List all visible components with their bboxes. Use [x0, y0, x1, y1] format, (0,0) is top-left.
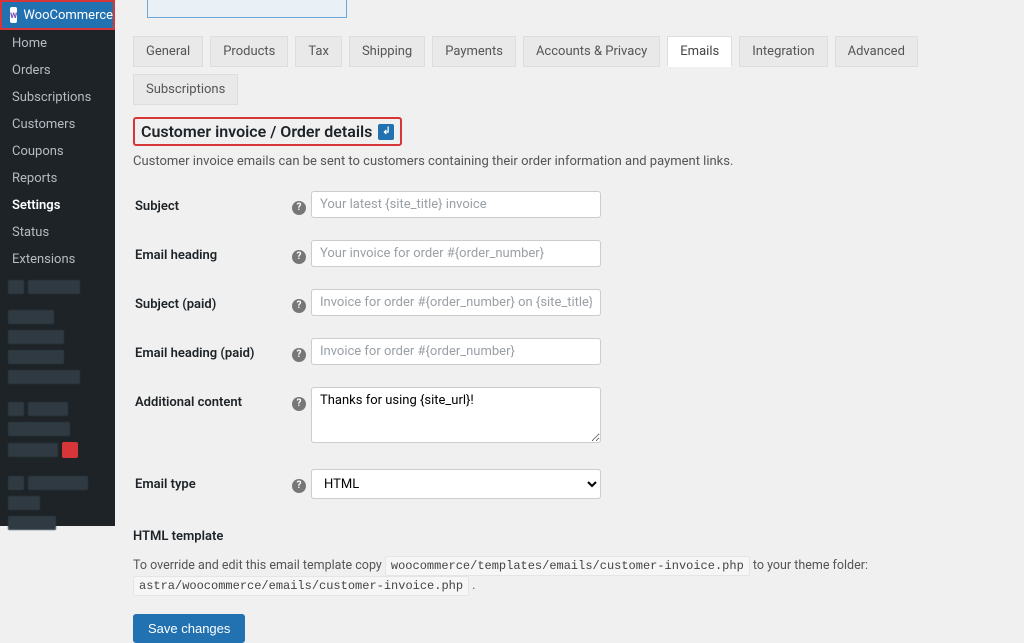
template-note-mid: to your theme folder: [753, 558, 868, 573]
redacted-menu-area [0, 273, 115, 537]
label-additional-content: Additional content [135, 387, 287, 467]
help-icon[interactable]: ? [292, 479, 306, 493]
section-title: Customer invoice / Order details ↲ [133, 117, 402, 146]
banner-fragment [147, 0, 347, 18]
sidebar-item-coupons[interactable]: Coupons [0, 138, 115, 165]
tab-general[interactable]: General [133, 36, 203, 67]
sidebar-item-settings[interactable]: Settings [0, 192, 115, 219]
html-template-heading: HTML template [133, 529, 1006, 544]
label-subject-paid: Subject (paid) [135, 289, 287, 336]
email-heading-input[interactable] [311, 240, 601, 267]
email-heading-paid-input[interactable] [311, 338, 601, 365]
sidebar-item-status[interactable]: Status [0, 219, 115, 246]
subject-paid-input[interactable] [311, 289, 601, 316]
template-src-path: woocommerce/templates/emails/customer-in… [385, 556, 750, 576]
tab-accounts-privacy[interactable]: Accounts & Privacy [523, 36, 660, 67]
subject-input[interactable] [311, 191, 601, 218]
help-icon[interactable]: ? [292, 397, 306, 411]
sidebar: w WooCommerce ◀ HomeOrdersSubscriptionsC… [0, 0, 115, 526]
email-type-select[interactable]: HTML [311, 469, 601, 499]
sidebar-item-customers[interactable]: Customers [0, 111, 115, 138]
tab-products[interactable]: Products [210, 36, 288, 67]
label-email-heading-paid: Email heading (paid) [135, 338, 287, 385]
section-description: Customer invoice emails can be sent to c… [133, 154, 1006, 169]
template-note-suffix: . [472, 578, 475, 593]
template-note-prefix: To override and edit this email template… [133, 558, 385, 573]
brand-label: WooCommerce [23, 8, 113, 23]
save-button[interactable]: Save changes [133, 614, 245, 643]
settings-tabs: GeneralProductsTaxShippingPaymentsAccoun… [133, 36, 1006, 105]
help-icon[interactable]: ? [292, 250, 306, 264]
sidebar-item-extensions[interactable]: Extensions [0, 246, 115, 273]
sidebar-brand[interactable]: w WooCommerce ◀ [0, 0, 115, 30]
notification-badge [62, 442, 78, 458]
help-icon[interactable]: ? [292, 348, 306, 362]
sidebar-menu: HomeOrdersSubscriptionsCustomersCouponsR… [0, 30, 115, 273]
tab-payments[interactable]: Payments [432, 36, 516, 67]
help-icon[interactable]: ? [292, 201, 306, 215]
return-icon[interactable]: ↲ [378, 124, 394, 140]
template-dest-path: astra/woocommerce/emails/customer-invoic… [133, 576, 469, 596]
settings-form: Subject ? Email heading ? Subject (paid)… [133, 189, 603, 521]
help-icon[interactable]: ? [292, 299, 306, 313]
additional-content-input[interactable]: Thanks for using {site_url}! [311, 387, 601, 443]
section-title-text: Customer invoice / Order details [141, 122, 372, 141]
label-subject: Subject [135, 191, 287, 238]
template-note: To override and edit this email template… [133, 556, 1006, 596]
sidebar-item-orders[interactable]: Orders [0, 57, 115, 84]
main-content: GeneralProductsTaxShippingPaymentsAccoun… [115, 0, 1024, 526]
tab-emails[interactable]: Emails [667, 36, 732, 67]
sidebar-item-reports[interactable]: Reports [0, 165, 115, 192]
tab-subscriptions[interactable]: Subscriptions [133, 74, 238, 105]
label-email-heading: Email heading [135, 240, 287, 287]
tab-integration[interactable]: Integration [739, 36, 827, 67]
tab-shipping[interactable]: Shipping [349, 36, 425, 67]
sidebar-item-home[interactable]: Home [0, 30, 115, 57]
woocommerce-logo: w [10, 7, 17, 23]
label-email-type: Email type [135, 469, 287, 519]
sidebar-item-subscriptions[interactable]: Subscriptions [0, 84, 115, 111]
tab-advanced[interactable]: Advanced [835, 36, 918, 67]
tab-tax[interactable]: Tax [295, 36, 342, 67]
